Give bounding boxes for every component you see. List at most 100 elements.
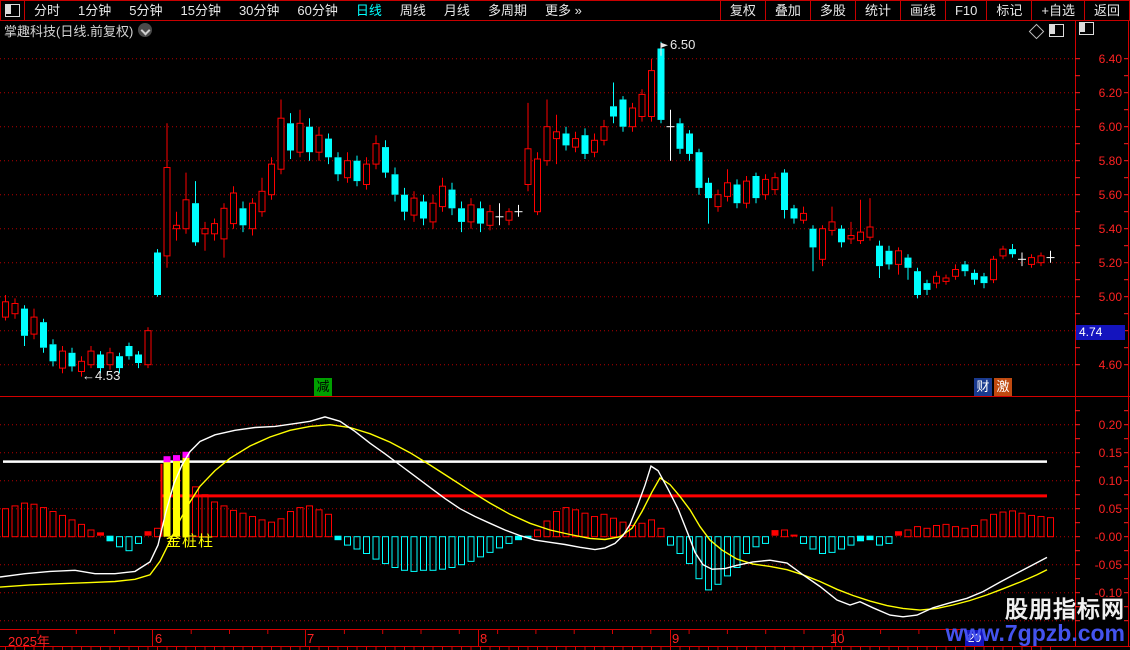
macd-bar <box>144 531 152 536</box>
macd-bar <box>866 535 874 541</box>
candle-down <box>287 123 294 151</box>
candle-down <box>752 176 760 199</box>
macd-bar <box>40 507 47 538</box>
event-badge-激[interactable]: 激 <box>994 378 1012 396</box>
period-item-1分钟[interactable]: 1分钟 <box>69 2 120 19</box>
candle-up <box>258 190 266 213</box>
macd-bar <box>249 516 256 538</box>
candle-down <box>581 135 589 154</box>
candle-down <box>135 354 142 363</box>
candle-up <box>714 194 722 208</box>
macd-bar <box>733 536 741 569</box>
macd-bar <box>999 511 1007 538</box>
macd-bar <box>819 536 826 555</box>
macd-bar <box>923 527 931 538</box>
time-axis-month-label: 10 <box>830 631 845 646</box>
macd-bar <box>534 529 541 538</box>
candle-up <box>59 350 66 369</box>
candle-up <box>201 228 209 235</box>
trading-app-window: 分时 1分钟 5分钟 15分钟 30分钟 60分钟 日线 周线 月线 多周期 更多 » 复权 叠加 多股… <box>0 0 1130 650</box>
candle-up <box>771 177 779 191</box>
symbol-titlebar[interactable]: 掌趣科技(日线.前复权) <box>4 22 153 39</box>
candle-up <box>724 182 731 197</box>
tool-item-复权[interactable]: 复权 <box>719 1 765 20</box>
tool-item-+自选[interactable]: +自选 <box>1031 1 1084 20</box>
period-item-日线[interactable]: 日线 <box>347 2 391 19</box>
macd-bar <box>876 536 883 546</box>
macd-bar <box>420 536 427 571</box>
candle-up <box>942 277 950 282</box>
tool-item-标记[interactable]: 标记 <box>986 1 1031 20</box>
price-axis-label: 6.00 <box>1098 119 1122 134</box>
candle-up <box>87 350 95 366</box>
candle-up <box>173 224 180 230</box>
candle-down <box>477 208 484 224</box>
macd-bar <box>961 527 969 538</box>
period-item-15分钟[interactable]: 15分钟 <box>171 2 229 19</box>
period-item-多周期[interactable]: 多周期 <box>479 2 536 19</box>
macd-bar <box>315 509 323 538</box>
candle-up <box>296 122 304 153</box>
macd-bar <box>334 535 342 541</box>
macd-bar <box>790 534 798 537</box>
time-axis-month-label: 7 <box>307 631 315 646</box>
watermark-site-url: www.7gpzb.com <box>945 620 1125 647</box>
macd-bar <box>21 502 28 538</box>
period-item-月线[interactable]: 月线 <box>435 2 479 19</box>
candle-down <box>1009 249 1016 255</box>
macd-bar <box>106 535 114 542</box>
candle-down <box>809 228 817 248</box>
gold-pillar-label: 金桩柱 <box>166 533 215 550</box>
candle-up <box>990 258 997 281</box>
period-item-60分钟[interactable]: 60分钟 <box>288 2 346 19</box>
tool-item-叠加[interactable]: 叠加 <box>764 1 810 20</box>
candle-down <box>705 182 712 199</box>
pane-toggle-button[interactable] <box>1049 24 1064 37</box>
period-item-更多 »[interactable]: 更多 » <box>536 2 591 19</box>
macd-bar <box>353 536 361 550</box>
macd-bar <box>391 536 399 569</box>
macd-bar <box>724 536 731 577</box>
dea-line <box>0 423 1048 611</box>
macd-bar <box>230 509 237 538</box>
period-item-30分钟[interactable]: 30分钟 <box>230 2 288 19</box>
split-pane-icon <box>5 4 20 17</box>
candle-up <box>999 248 1007 257</box>
candle-up <box>106 352 114 366</box>
price-axis-label: 5.40 <box>1098 221 1122 236</box>
macd-bar <box>857 535 864 542</box>
macd-bar <box>401 536 408 571</box>
macd-bar <box>11 505 19 538</box>
dif-line <box>0 416 1048 618</box>
macd-histogram <box>2 451 1054 591</box>
candle-up <box>144 330 152 366</box>
chart-canvas[interactable] <box>0 0 1130 650</box>
candle-down <box>306 126 313 153</box>
tool-item-F10[interactable]: F10 <box>944 1 986 20</box>
tool-item-统计[interactable]: 统计 <box>854 1 900 20</box>
tool-item-多股[interactable]: 多股 <box>809 1 855 20</box>
candle-down <box>914 271 921 295</box>
period-item-周线[interactable]: 周线 <box>391 2 435 19</box>
macd-bar <box>667 536 674 546</box>
tool-menu: 复权 叠加 多股 统计 画线 F10 标记 +自选 返回 <box>719 1 1129 20</box>
candle-up <box>11 303 19 315</box>
event-badge-财[interactable]: 财 <box>974 378 992 396</box>
period-item-5分钟[interactable]: 5分钟 <box>120 2 171 19</box>
macd-bar <box>553 511 560 538</box>
macd-bar <box>581 512 589 538</box>
tool-item-画线[interactable]: 画线 <box>899 1 945 20</box>
candle-down <box>192 203 199 243</box>
layout-toggle-button[interactable] <box>1 1 25 20</box>
axis-pane-toggle-button[interactable] <box>1079 22 1094 35</box>
macd-bar <box>572 509 579 538</box>
period-item-分时[interactable]: 分时 <box>25 2 69 19</box>
macd-bar <box>743 536 750 555</box>
marker-tool-button[interactable] <box>1028 23 1045 40</box>
event-badge-减[interactable]: 减 <box>314 378 332 396</box>
macd-bar <box>838 536 845 550</box>
chevron-down-icon[interactable] <box>138 23 153 37</box>
tool-item-返回[interactable]: 返回 <box>1083 1 1129 20</box>
period-menu: 分时 1分钟 5分钟 15分钟 30分钟 60分钟 日线 周线 月线 多周期 更多 » <box>25 1 591 20</box>
macd-bar <box>325 513 332 538</box>
